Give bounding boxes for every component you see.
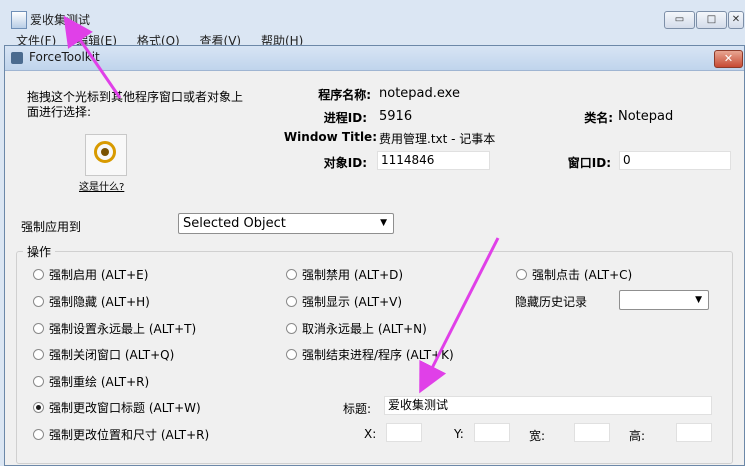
y-label: Y:	[454, 427, 464, 441]
dialog-title: ForceToolkit	[29, 50, 100, 64]
radio-click[interactable]	[516, 269, 527, 280]
minimize-button[interactable]: ▭	[664, 11, 695, 29]
radio-kill-process-label[interactable]: 强制结束进程/程序 (ALT+K)	[302, 346, 454, 363]
radio-change-position[interactable]	[33, 429, 44, 440]
window-id-label: 窗口ID:	[567, 156, 611, 170]
notepad-icon	[11, 11, 27, 29]
maximize-button[interactable]: □	[696, 11, 727, 29]
crosshair-center-icon	[101, 148, 109, 156]
width-label: 宽:	[529, 429, 546, 443]
height-field[interactable]	[676, 423, 712, 442]
hide-history-label: 隐藏历史记录	[515, 295, 588, 309]
process-id-value: 5916	[379, 109, 413, 124]
radio-hide[interactable]	[33, 296, 44, 307]
chevron-down-icon: ▼	[695, 295, 702, 305]
instruction-line-2: 面进行选择:	[27, 105, 92, 119]
apply-to-dropdown[interactable]: Selected Object ▼	[178, 213, 394, 234]
radio-change-title[interactable]	[33, 402, 44, 413]
radio-close-window-label[interactable]: 强制关闭窗口 (ALT+Q)	[49, 346, 174, 363]
window-title-label: Window Title:	[283, 130, 377, 144]
radio-topmost-label[interactable]: 强制设置永远最上 (ALT+T)	[49, 320, 196, 337]
height-label: 高:	[629, 429, 646, 443]
menu-edit[interactable]: 编辑(E)	[76, 32, 117, 46]
operations-title: 操作	[23, 243, 56, 260]
radio-redraw-label[interactable]: 强制重绘 (ALT+R)	[49, 373, 149, 390]
app-icon	[11, 52, 23, 64]
radio-show[interactable]	[286, 296, 297, 307]
width-field[interactable]	[574, 423, 610, 442]
menu-view[interactable]: 查看(V)	[200, 32, 242, 46]
radio-redraw[interactable]	[33, 376, 44, 387]
radio-show-label[interactable]: 强制显示 (ALT+V)	[302, 293, 402, 310]
hide-history-dropdown[interactable]: ▼	[619, 290, 709, 310]
radio-untopmost[interactable]	[286, 323, 297, 334]
radio-untopmost-label[interactable]: 取消永远最上 (ALT+N)	[302, 320, 427, 337]
class-name-label: 类名:	[584, 111, 613, 125]
finder-tool[interactable]	[85, 134, 127, 176]
radio-hide-label[interactable]: 强制隐藏 (ALT+H)	[49, 293, 150, 310]
menu-file[interactable]: 文件(F)	[16, 32, 56, 46]
y-field[interactable]	[474, 423, 510, 442]
process-id-label: 进程ID:	[323, 111, 367, 125]
radio-enable[interactable]	[33, 269, 44, 280]
window-title-value: 费用管理.txt - 记事本	[379, 132, 496, 146]
program-name-label: 程序名称:	[318, 88, 371, 102]
close-button[interactable]: ✕	[728, 11, 744, 29]
title-field-label: 标题:	[343, 402, 372, 416]
dialog-titlebar: ForceToolkit ✕	[5, 46, 744, 71]
radio-disable-label[interactable]: 强制禁用 (ALT+D)	[302, 266, 403, 283]
what-is-this-link[interactable]: 这是什么?	[79, 178, 124, 193]
radio-disable[interactable]	[286, 269, 297, 280]
apply-to-value: Selected Object	[183, 216, 286, 231]
background-window-title: 爱收集测试	[30, 13, 91, 27]
radio-enable-label[interactable]: 强制启用 (ALT+E)	[49, 266, 148, 283]
radio-change-position-label[interactable]: 强制更改位置和尺寸 (ALT+R)	[49, 426, 209, 443]
radio-close-window[interactable]	[33, 349, 44, 360]
program-name-value: notepad.exe	[379, 86, 460, 101]
radio-topmost[interactable]	[33, 323, 44, 334]
radio-click-label[interactable]: 强制点击 (ALT+C)	[532, 266, 632, 283]
x-field[interactable]	[386, 423, 422, 442]
radio-change-title-label[interactable]: 强制更改窗口标题 (ALT+W)	[49, 399, 201, 416]
forcetoolkit-dialog: ForceToolkit ✕ 拖拽这个光标到其他程序窗口或者对象上 面进行选择:…	[4, 45, 745, 466]
object-id-label: 对象ID:	[323, 156, 367, 170]
menu-format[interactable]: 格式(O)	[137, 32, 180, 46]
title-field[interactable]: 爱收集测试	[384, 396, 712, 415]
window-id-field[interactable]: 0	[619, 151, 731, 170]
radio-kill-process[interactable]	[286, 349, 297, 360]
x-label: X:	[364, 427, 377, 441]
menu-bar: 文件(F) 编辑(E) 格式(O) 查看(V) 帮助(H)	[10, 32, 735, 46]
menu-help[interactable]: 帮助(H)	[261, 32, 303, 46]
object-id-field[interactable]: 1114846	[377, 151, 490, 170]
class-name-value: Notepad	[618, 109, 674, 124]
chevron-down-icon: ▼	[380, 218, 387, 228]
apply-to-label: 强制应用到	[21, 220, 82, 234]
dialog-close-button[interactable]: ✕	[714, 50, 743, 68]
